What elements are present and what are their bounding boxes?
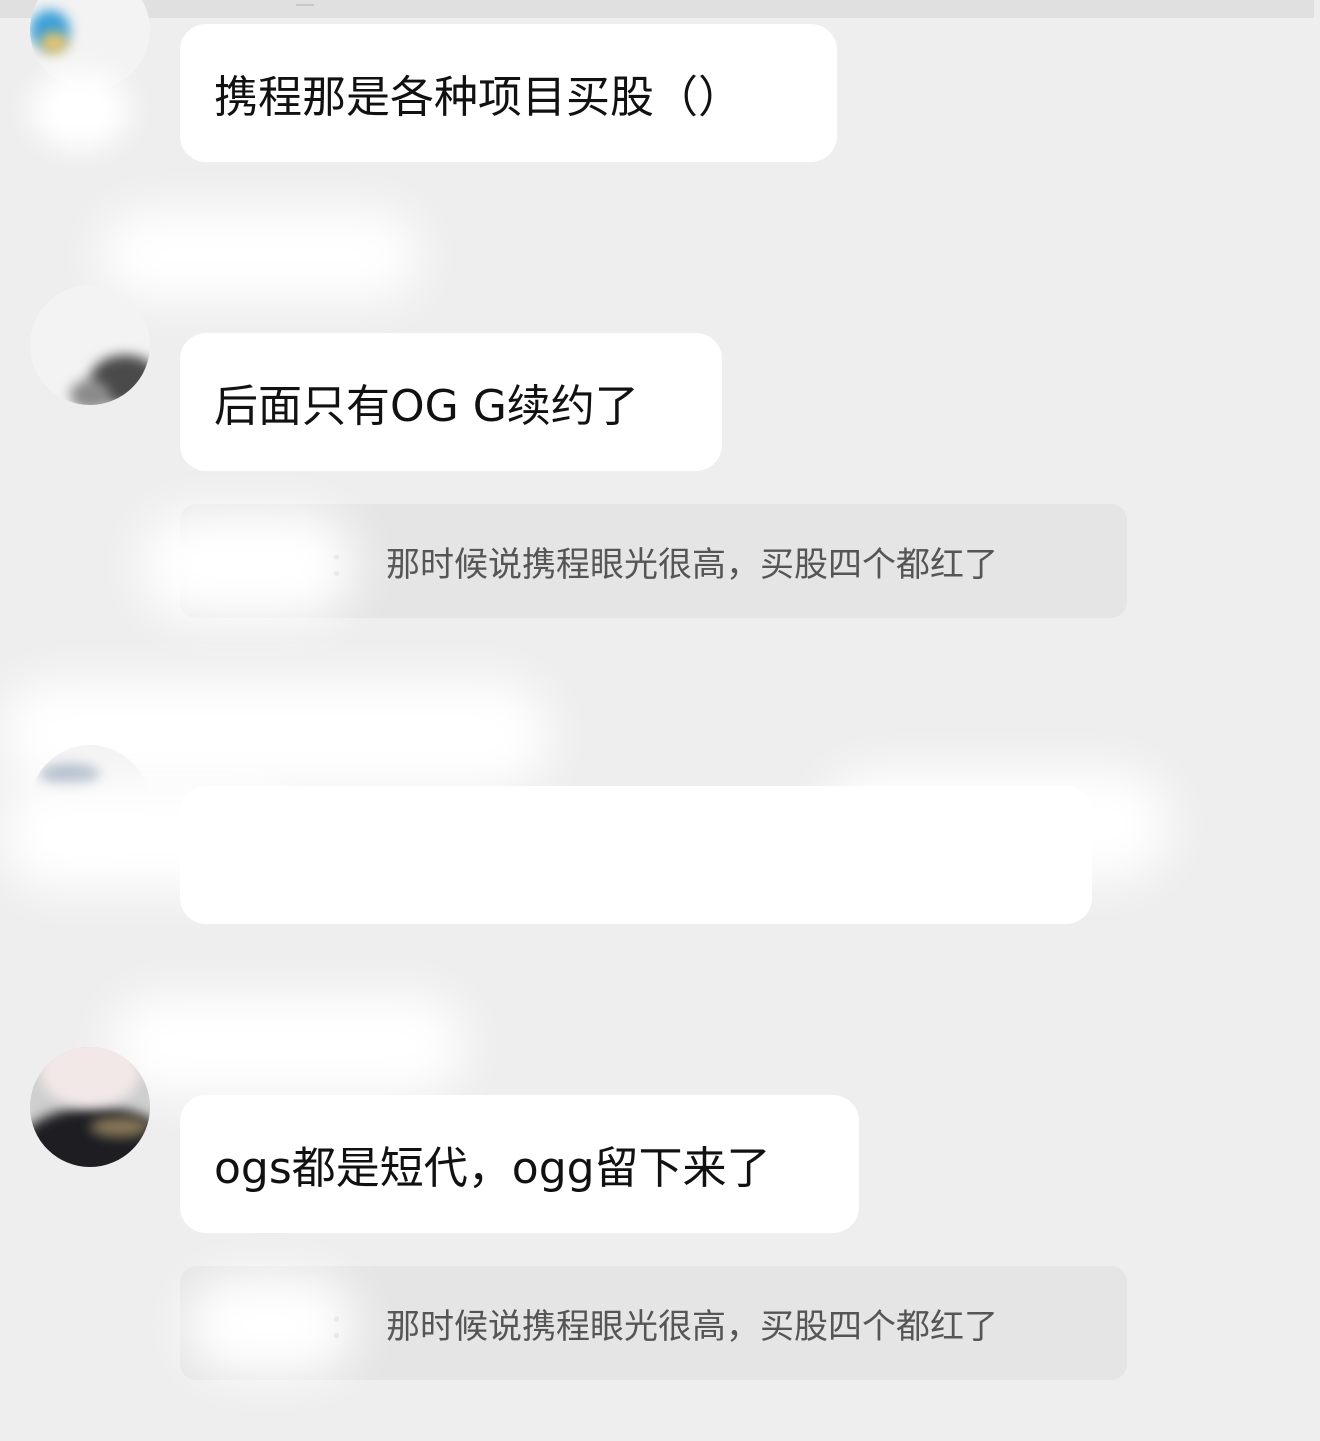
redacted-area: [30, 70, 130, 150]
redacted-area: [820, 770, 1170, 880]
redacted-quote-author: [185, 1275, 355, 1375]
message-text: 携程那是各种项目买股（）: [214, 72, 742, 123]
redacted-sender-name: [110, 995, 465, 1095]
message-bubble[interactable]: ogs都是短代，ogg留下来了: [180, 1095, 859, 1233]
redacted-area: [0, 780, 300, 890]
quote-text: 那时候说携程眼光很高，买股四个都红了: [386, 544, 998, 585]
message-text: 后面只有OG G续约了: [214, 381, 639, 432]
avatar[interactable]: [30, 1047, 150, 1167]
message-bubble[interactable]: 后面只有OG G续约了: [180, 333, 722, 471]
message-text: ogs都是短代，ogg留下来了: [214, 1143, 771, 1194]
drag-handle: [296, 4, 314, 6]
redacted-quote-author: [140, 510, 355, 620]
quote-text: 那时候说携程眼光很高，买股四个都红了: [386, 1306, 998, 1347]
message-bubble[interactable]: 携程那是各种项目买股（）: [180, 24, 837, 162]
top-bar: [0, 0, 1314, 18]
avatar[interactable]: [30, 285, 150, 405]
redacted-sender-name: [100, 210, 420, 300]
